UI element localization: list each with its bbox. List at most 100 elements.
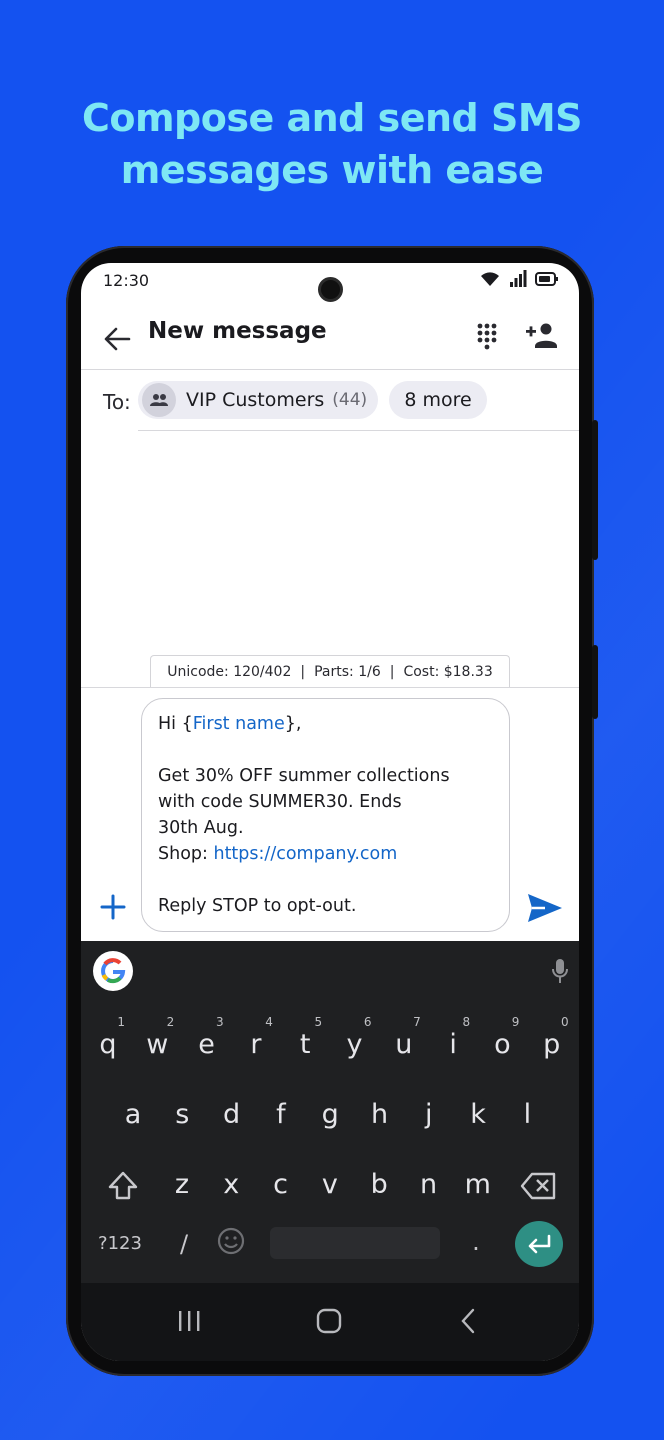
message-line: Hi {First name}, xyxy=(158,714,302,734)
divider xyxy=(81,687,579,688)
signal-icon xyxy=(510,270,527,287)
enter-icon xyxy=(528,1234,551,1254)
key-hint-number: 2 xyxy=(166,1015,175,1029)
page-title: New message xyxy=(148,318,327,344)
key-i[interactable]: i8 xyxy=(431,1015,475,1073)
key-x[interactable]: x xyxy=(209,1157,253,1213)
divider xyxy=(138,430,579,431)
power-button xyxy=(592,420,598,560)
key-hint-number: 1 xyxy=(117,1015,125,1029)
key-hint-number: 8 xyxy=(462,1015,471,1029)
recents-button[interactable] xyxy=(169,1305,209,1337)
key-e[interactable]: e3 xyxy=(185,1015,229,1073)
keyboard-row-1: q1w2e3r4t5y6u7i8o9p0 xyxy=(81,1015,579,1077)
add-contact-button[interactable] xyxy=(525,319,559,355)
key-s[interactable]: s xyxy=(160,1087,204,1143)
keyboard-row-3: zxcvbnm xyxy=(81,1157,579,1217)
headline-line-2: messages with ease xyxy=(120,148,544,192)
key-l[interactable]: l xyxy=(505,1087,549,1143)
key-q[interactable]: q1 xyxy=(86,1015,130,1073)
key-m[interactable]: m xyxy=(456,1157,500,1213)
key-v[interactable]: v xyxy=(308,1157,352,1213)
message-cost: Cost: $18.33 xyxy=(403,664,493,680)
key-c[interactable]: c xyxy=(259,1157,303,1213)
key-o[interactable]: o9 xyxy=(480,1015,524,1073)
parts-count: Parts: 1/6 xyxy=(314,664,381,680)
status-icons xyxy=(479,270,559,288)
phone-screen: 12:30 New message To: VIP Customers (44)… xyxy=(81,263,579,1361)
home-button[interactable] xyxy=(309,1305,349,1337)
to-label: To: xyxy=(103,390,131,414)
arrow-left-icon xyxy=(104,327,131,351)
key-z[interactable]: z xyxy=(160,1157,204,1213)
volume-button xyxy=(592,645,598,719)
add-person-icon xyxy=(526,323,557,348)
shift-key[interactable] xyxy=(101,1169,145,1203)
key-a[interactable]: a xyxy=(111,1087,155,1143)
back-nav-button[interactable] xyxy=(449,1305,489,1337)
recipient-chip-vip[interactable]: VIP Customers (44) xyxy=(138,381,378,419)
emoji-key[interactable] xyxy=(215,1226,247,1258)
key-h[interactable]: h xyxy=(358,1087,402,1143)
backspace-key[interactable] xyxy=(517,1169,561,1203)
status-bar: 12:30 xyxy=(81,263,579,307)
key-g[interactable]: g xyxy=(308,1087,352,1143)
key-u[interactable]: u7 xyxy=(382,1015,426,1073)
emoji-icon xyxy=(217,1227,245,1255)
key-hint-number: 9 xyxy=(511,1015,520,1029)
back-nav-icon xyxy=(461,1308,475,1334)
merge-field-first-name[interactable]: First name xyxy=(193,714,285,734)
shift-icon xyxy=(108,1171,138,1200)
key-n[interactable]: n xyxy=(407,1157,451,1213)
recents-icon xyxy=(179,1311,200,1331)
front-camera xyxy=(318,277,343,302)
back-button[interactable] xyxy=(103,319,135,359)
slash-key[interactable]: / xyxy=(169,1229,199,1259)
status-time: 12:30 xyxy=(103,271,150,290)
space-bar[interactable] xyxy=(270,1227,440,1259)
send-button[interactable] xyxy=(525,891,565,925)
key-r[interactable]: r4 xyxy=(234,1015,278,1073)
symbols-key[interactable]: ?123 xyxy=(95,1231,145,1257)
key-y[interactable]: y6 xyxy=(333,1015,377,1073)
message-input[interactable]: Hi {First name}, Get 30% OFF summer coll… xyxy=(141,698,510,932)
keyboard-row-2: asdfghjkl xyxy=(81,1087,579,1147)
key-hint-number: 4 xyxy=(265,1015,273,1029)
key-k[interactable]: k xyxy=(456,1087,500,1143)
key-w[interactable]: w2 xyxy=(135,1015,179,1073)
key-d[interactable]: d xyxy=(210,1087,254,1143)
google-icon[interactable] xyxy=(93,951,133,991)
message-line: Reply STOP to opt-out. xyxy=(158,896,357,916)
more-recipients-chip[interactable]: 8 more xyxy=(389,381,487,419)
recipient-group-count: (44) xyxy=(332,390,368,410)
dialpad-button[interactable] xyxy=(471,319,503,355)
keyboard-toolbar xyxy=(81,941,579,1003)
key-hint-number: 6 xyxy=(363,1015,372,1029)
message-stats: Unicode: 120/402 | Parts: 1/6 | Cost: $1… xyxy=(150,655,510,688)
recipients-row: To: VIP Customers (44) 8 more xyxy=(81,379,579,423)
plus-icon xyxy=(100,894,126,920)
key-f[interactable]: f xyxy=(259,1087,303,1143)
message-line: Shop: https://company.com xyxy=(158,844,398,864)
key-t[interactable]: t5 xyxy=(283,1015,327,1073)
key-hint-number: 7 xyxy=(413,1015,421,1029)
send-icon xyxy=(528,894,562,922)
key-j[interactable]: j xyxy=(407,1087,451,1143)
period-key[interactable]: . xyxy=(461,1227,491,1257)
unicode-count: Unicode: 120/402 xyxy=(167,664,292,680)
message-link[interactable]: https://company.com xyxy=(213,844,397,864)
group-icon xyxy=(142,383,176,417)
key-p[interactable]: p0 xyxy=(530,1015,574,1073)
message-line: with code SUMMER30. Ends xyxy=(158,792,402,812)
headline-line-1: Compose and send SMS xyxy=(81,96,583,140)
recipient-group-name: VIP Customers xyxy=(186,389,325,411)
dialpad-icon xyxy=(477,323,497,350)
enter-key[interactable] xyxy=(515,1221,563,1267)
key-b[interactable]: b xyxy=(357,1157,401,1213)
mic-icon[interactable] xyxy=(551,957,569,985)
attach-button[interactable] xyxy=(97,891,129,923)
backspace-icon xyxy=(520,1172,556,1200)
stats-separator: | xyxy=(389,664,395,680)
